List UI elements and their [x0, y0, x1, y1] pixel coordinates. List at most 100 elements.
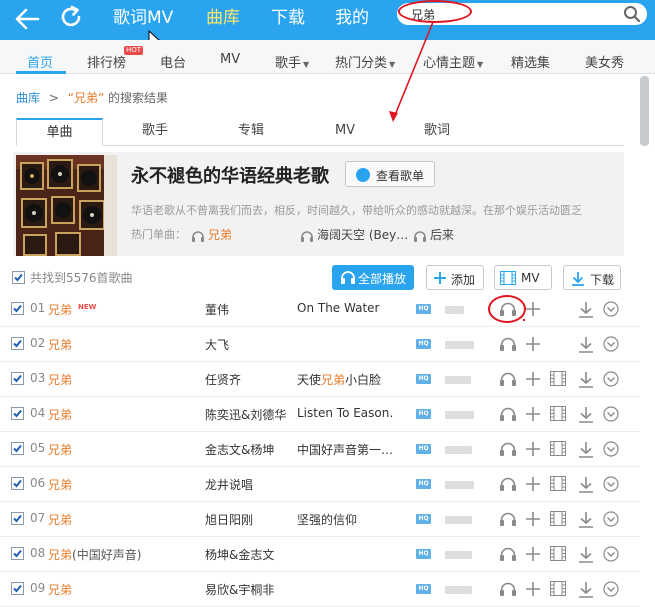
song-title[interactable]: 兄弟	[48, 511, 72, 528]
more-button[interactable]	[603, 476, 619, 495]
download-button[interactable]	[578, 336, 594, 356]
song-checkbox[interactable]	[11, 442, 24, 458]
song-title[interactable]: 兄弟	[48, 476, 72, 493]
mv-button[interactable]	[550, 371, 566, 389]
song-singer[interactable]: 董伟	[205, 301, 229, 318]
view-playlist-button[interactable]: 查看歌单	[345, 161, 435, 187]
add-button[interactable]	[525, 476, 541, 495]
song-row[interactable]: 07 兄弟 旭日阳刚 坚强的信仰 HQ	[0, 502, 640, 537]
song-checkbox[interactable]	[11, 477, 24, 493]
song-title[interactable]: 兄弟	[48, 441, 72, 458]
song-album[interactable]: 坚强的信仰	[297, 511, 394, 528]
song-singer[interactable]: 任贤齐	[205, 371, 241, 388]
song-title[interactable]: 兄弟	[48, 301, 72, 318]
play-button[interactable]	[499, 371, 517, 390]
tab-lyrics[interactable]: 歌词	[402, 118, 472, 146]
song-title[interactable]: 兄弟	[48, 371, 72, 388]
play-button[interactable]	[499, 406, 517, 425]
playlist-cover-image[interactable]	[16, 155, 117, 256]
add-button[interactable]	[525, 441, 541, 460]
select-all-checkbox[interactable]	[12, 271, 25, 284]
song-checkbox[interactable]	[11, 582, 24, 598]
add-button[interactable]	[525, 406, 541, 425]
hot-song-1[interactable]: 兄弟	[191, 226, 232, 243]
mv-button[interactable]	[550, 406, 566, 424]
song-checkbox[interactable]	[11, 512, 24, 528]
song-singer[interactable]: 龙井说唱	[205, 476, 253, 493]
play-button[interactable]	[499, 511, 517, 530]
download-button[interactable]	[578, 406, 594, 426]
song-title[interactable]: 兄弟	[48, 336, 72, 353]
song-singer[interactable]: 旭日阳刚	[205, 511, 253, 528]
song-row[interactable]: 08 兄弟(中国好声音) 杨坤&金志文 HQ	[0, 537, 640, 572]
hot-song-3[interactable]: 后来	[413, 226, 454, 243]
tab-albums[interactable]: 专辑	[216, 118, 286, 146]
download-button[interactable]	[578, 511, 594, 531]
download-button[interactable]	[578, 441, 594, 461]
song-album[interactable]: Listen To Eason…	[297, 406, 394, 420]
mv-button[interactable]: MV	[494, 265, 552, 290]
play-all-button[interactable]: 全部播放	[332, 265, 414, 290]
song-row[interactable]: 01 兄弟 NEW 董伟 On The Water HQ	[0, 292, 640, 327]
song-row[interactable]: 03 兄弟 任贤齐 天使兄弟小白脸 HQ	[0, 362, 640, 397]
download-button[interactable]	[578, 581, 594, 601]
tab-mv[interactable]: MV	[310, 118, 380, 146]
add-button[interactable]	[525, 371, 541, 390]
mv-button[interactable]	[550, 546, 566, 564]
song-checkbox[interactable]	[11, 302, 24, 318]
more-button[interactable]	[603, 371, 619, 390]
download-button[interactable]: 下载	[563, 265, 621, 290]
song-title[interactable]: 兄弟	[48, 581, 72, 598]
more-button[interactable]	[603, 511, 619, 530]
song-row[interactable]: 06 兄弟 龙井说唱 HQ	[0, 467, 640, 502]
playlist-title[interactable]: 永不褪色的华语经典老歌	[131, 162, 329, 188]
more-button[interactable]	[603, 301, 619, 320]
song-row[interactable]: 05 兄弟 金志文&杨坤 中国好声音第一… HQ	[0, 432, 640, 467]
mv-button[interactable]	[550, 476, 566, 494]
play-button[interactable]	[499, 336, 517, 355]
download-button[interactable]	[578, 546, 594, 566]
song-row[interactable]: 04 兄弟 陈奕迅&刘德华 Listen To Eason… HQ	[0, 397, 640, 432]
song-singer[interactable]: 金志文&杨坤	[205, 441, 274, 458]
download-button[interactable]	[578, 371, 594, 391]
tab-songs[interactable]: 单曲	[16, 118, 103, 146]
more-button[interactable]	[603, 336, 619, 355]
add-button[interactable]	[525, 336, 541, 355]
hot-song-2[interactable]: 海阔天空 (Bey…	[300, 226, 408, 243]
song-row[interactable]: 02 兄弟 大飞 HQ	[0, 327, 640, 362]
song-row[interactable]: 09 兄弟 易欣&宇桐非 HQ	[0, 572, 640, 607]
more-button[interactable]	[603, 406, 619, 425]
song-singer[interactable]: 大飞	[205, 336, 229, 353]
more-button[interactable]	[603, 546, 619, 565]
song-album[interactable]: 天使兄弟小白脸	[297, 371, 394, 388]
play-button[interactable]	[499, 476, 517, 495]
more-options-icon	[603, 546, 619, 562]
add-button[interactable]	[525, 546, 541, 565]
add-button[interactable]	[525, 301, 541, 320]
song-singer[interactable]: 杨坤&金志文	[205, 546, 274, 563]
more-button[interactable]	[603, 581, 619, 600]
play-button[interactable]	[499, 546, 517, 565]
song-title[interactable]: 兄弟(中国好声音)	[48, 546, 141, 563]
song-checkbox[interactable]	[11, 407, 24, 423]
download-button[interactable]	[578, 476, 594, 496]
add-button[interactable]: 添加	[426, 265, 484, 290]
song-title[interactable]: 兄弟	[48, 406, 72, 423]
song-checkbox[interactable]	[11, 337, 24, 353]
play-button[interactable]	[499, 581, 517, 600]
mv-button[interactable]	[550, 511, 566, 529]
download-button[interactable]	[578, 301, 594, 321]
song-album[interactable]: 中国好声音第一…	[297, 441, 394, 458]
add-button[interactable]	[525, 581, 541, 600]
song-singer[interactable]: 陈奕迅&刘德华	[205, 406, 286, 423]
song-checkbox[interactable]	[11, 547, 24, 563]
mv-button[interactable]	[550, 441, 566, 459]
add-button[interactable]	[525, 511, 541, 530]
song-checkbox[interactable]	[11, 372, 24, 388]
more-button[interactable]	[603, 441, 619, 460]
song-singer[interactable]: 易欣&宇桐非	[205, 581, 274, 598]
song-album[interactable]: On The Water	[297, 301, 394, 315]
play-button[interactable]	[499, 441, 517, 460]
tab-singers[interactable]: 歌手	[120, 118, 190, 146]
mv-button[interactable]	[550, 581, 566, 599]
